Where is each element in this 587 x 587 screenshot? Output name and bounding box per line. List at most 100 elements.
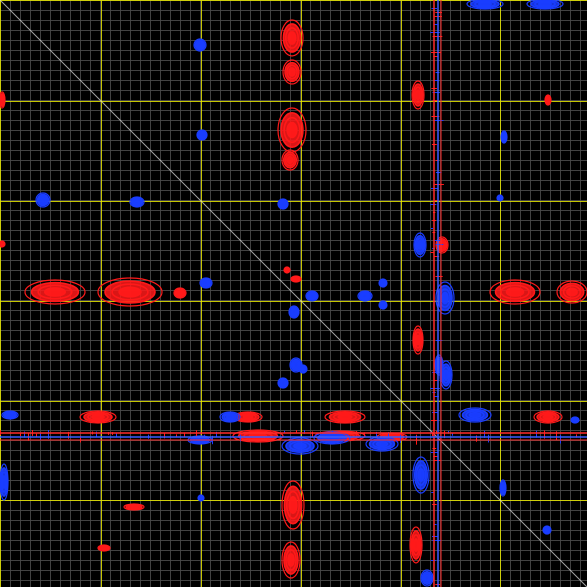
contour-core [413, 83, 423, 107]
negative-peak [378, 300, 388, 310]
noise-tick [431, 52, 441, 53]
positive-peak [97, 544, 111, 552]
contour-core [284, 485, 302, 525]
positive-peak [277, 107, 307, 153]
contour-core [99, 545, 109, 551]
contour-core [536, 412, 560, 422]
negative-peak [499, 479, 507, 497]
negative-peak [277, 198, 289, 210]
contour-core [3, 411, 17, 419]
contour-core [283, 545, 299, 575]
contour-core [198, 495, 204, 501]
contour-core [379, 279, 387, 287]
positive-peak [0, 240, 6, 248]
negative-peak [420, 569, 434, 587]
negative-peak [199, 277, 213, 289]
contour-core [500, 481, 506, 495]
noise-tick [435, 244, 444, 245]
contour-core [83, 412, 113, 422]
positive-peak [281, 541, 301, 579]
positive-peak [324, 410, 366, 424]
positive-peak [556, 280, 587, 304]
contour-core [292, 276, 300, 282]
negative-peak [197, 494, 205, 502]
contour-core [279, 379, 287, 387]
positive-peak [280, 19, 304, 57]
negative-peak [288, 305, 300, 319]
contour-core [411, 530, 421, 560]
contour-core [414, 328, 422, 352]
contour-core [104, 280, 156, 304]
negative-peak [193, 38, 207, 52]
contour-core [415, 235, 425, 255]
contour-core [0, 467, 8, 497]
2d-spectrum-canvas[interactable] [0, 0, 587, 587]
negative-peak [378, 278, 388, 288]
contour-core [470, 0, 500, 8]
negative-peak [298, 364, 308, 374]
contour-core [422, 571, 432, 585]
contour-core [501, 132, 507, 142]
positive-peak [0, 91, 6, 109]
contour-core [126, 504, 142, 510]
positive-peak [281, 480, 305, 530]
noise-tick [36, 433, 37, 437]
contour-core [379, 301, 387, 309]
contour-core [284, 62, 300, 82]
contour-core [201, 279, 211, 287]
positive-peak [283, 266, 291, 274]
noise-tick [434, 184, 444, 185]
contour-core [290, 307, 298, 317]
contour-core [462, 409, 488, 421]
contour-core [31, 282, 79, 302]
contour-core [495, 282, 535, 302]
negative-peak [0, 463, 9, 501]
contour-core [198, 131, 206, 139]
contour-core [359, 292, 371, 300]
positive-peak [24, 279, 86, 305]
positive-peak [79, 410, 117, 424]
negative-peak [35, 192, 51, 208]
negative-peak [219, 411, 241, 423]
negative-peak [542, 525, 552, 535]
noise-tick [430, 228, 433, 229]
positive-peak [412, 325, 424, 355]
noise-tick [400, 434, 401, 443]
positive-peak [290, 275, 302, 283]
contour-core [175, 289, 185, 297]
contour-core [131, 198, 143, 206]
contour-core [222, 413, 238, 421]
contour-core [545, 96, 551, 104]
contour-core [307, 292, 317, 300]
contour-core [329, 412, 361, 422]
negative-peak [458, 407, 492, 423]
contour-core [280, 112, 304, 148]
contour-core [283, 23, 301, 53]
contour-core [284, 267, 290, 273]
negative-peak [1, 410, 19, 420]
contour-core [497, 195, 503, 201]
contour-core [195, 40, 205, 50]
negative-peak [496, 194, 504, 202]
negative-peak [500, 130, 508, 144]
contour-core [299, 365, 307, 373]
negative-peak [412, 456, 430, 494]
negative-peak [277, 377, 289, 389]
positive-peak [533, 410, 563, 424]
contour-core [414, 460, 428, 490]
contour-core [560, 283, 584, 301]
positive-peak [411, 80, 425, 110]
positive-peak [489, 279, 541, 305]
positive-peak [409, 526, 423, 564]
negative-peak [365, 436, 399, 452]
negative-peak [196, 129, 208, 141]
negative-peak [570, 416, 580, 424]
noise-tick [434, 120, 444, 121]
negative-peak [413, 232, 427, 258]
positive-peak [97, 277, 163, 307]
positive-peak [282, 59, 302, 85]
noise-tick [488, 434, 489, 443]
contour-core [530, 0, 560, 8]
negative-peak [305, 290, 319, 302]
contour-core [283, 152, 297, 168]
